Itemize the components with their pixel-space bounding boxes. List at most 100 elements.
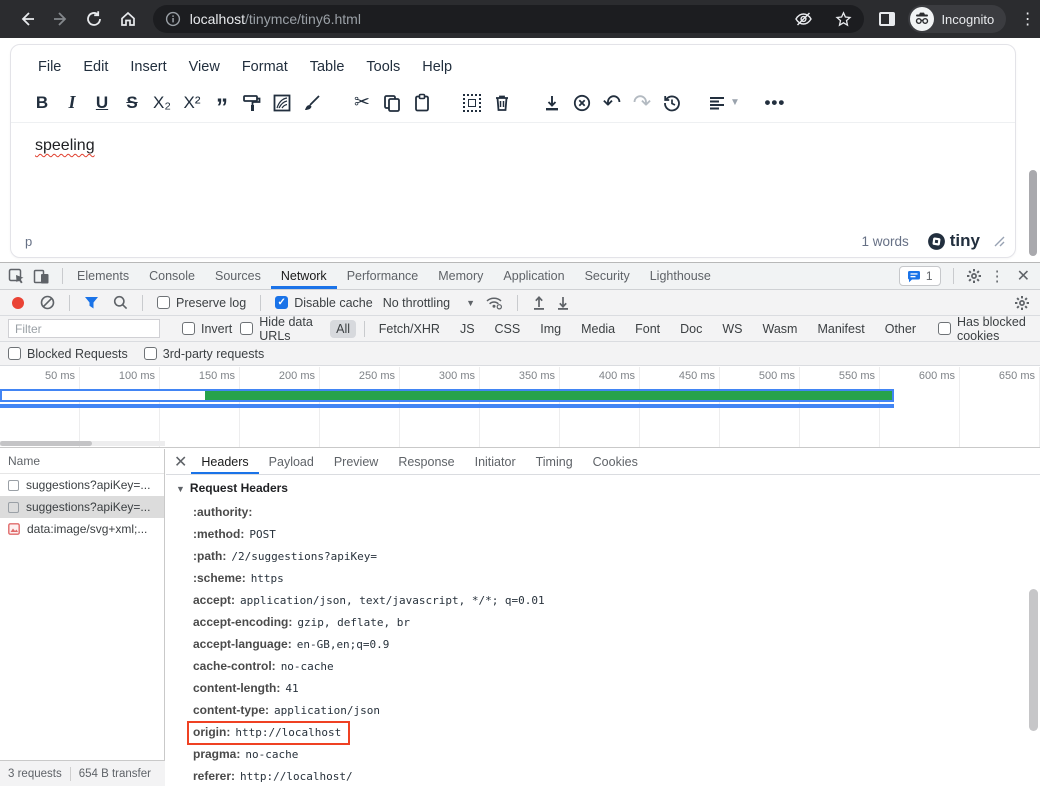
bookmark-star-icon[interactable] (835, 11, 852, 28)
filter-pill-media[interactable]: Media (575, 320, 621, 338)
tab-payload[interactable]: Payload (259, 449, 324, 474)
filter-input[interactable] (8, 319, 160, 338)
more-button[interactable]: ••• (760, 88, 790, 118)
reload-button[interactable] (77, 4, 111, 34)
devtools-menu-icon[interactable]: ⋮ (990, 267, 1005, 285)
tab-elements[interactable]: Elements (67, 263, 139, 289)
tab-initiator[interactable]: Initiator (465, 449, 526, 474)
request-row[interactable]: suggestions?apiKey=... (0, 474, 164, 496)
side-panel-icon[interactable] (878, 11, 896, 27)
tiny-branding[interactable]: tiny (927, 231, 980, 251)
tab-memory[interactable]: Memory (428, 263, 493, 289)
horizontal-scrollbar[interactable] (0, 441, 165, 446)
browser-menu-icon[interactable]: ⋮ (1016, 9, 1040, 29)
tab-sources[interactable]: Sources (205, 263, 271, 289)
menu-help[interactable]: Help (411, 56, 463, 78)
frame-curves-icon[interactable] (267, 88, 297, 118)
hide-data-urls-checkbox[interactable]: Hide data URLs (240, 315, 322, 343)
trash-button[interactable] (487, 88, 517, 118)
address-bar[interactable]: localhost/tinymce/tiny6.html (153, 5, 865, 33)
devtools-settings-icon[interactable] (966, 268, 982, 284)
menu-file[interactable]: File (27, 56, 72, 78)
editor-content[interactable]: speeling (11, 123, 1015, 219)
tab-timing[interactable]: Timing (526, 449, 583, 474)
paint-roller-icon[interactable] (237, 88, 267, 118)
incognito-badge[interactable]: Incognito (908, 5, 1006, 33)
menu-view[interactable]: View (178, 56, 231, 78)
filter-pill-font[interactable]: Font (629, 320, 666, 338)
network-overview-timeline[interactable]: 50 ms 100 ms 150 ms 200 ms 250 ms 300 ms… (0, 367, 1040, 448)
third-party-requests-checkbox[interactable]: 3rd-party requests (144, 347, 264, 361)
network-settings-icon[interactable] (1014, 295, 1030, 311)
tab-cookies[interactable]: Cookies (583, 449, 648, 474)
menu-tools[interactable]: Tools (355, 56, 411, 78)
download-button[interactable] (537, 88, 567, 118)
restore-draft-icon[interactable] (657, 88, 687, 118)
filter-pill-ws[interactable]: WS (716, 320, 748, 338)
tab-network[interactable]: Network (271, 263, 337, 289)
home-button[interactable] (111, 4, 145, 34)
back-button[interactable] (10, 4, 44, 34)
redo-button[interactable]: ↷ (627, 88, 657, 118)
tab-preview[interactable]: Preview (324, 449, 388, 474)
filter-toggle-icon[interactable] (84, 296, 99, 310)
disable-cache-checkbox[interactable]: ✓Disable cache (275, 296, 373, 310)
name-column-header[interactable]: Name (0, 449, 164, 474)
request-row[interactable]: data:image/svg+xml;... (0, 518, 164, 540)
filter-pill-fetchxhr[interactable]: Fetch/XHR (373, 320, 446, 338)
menu-table[interactable]: Table (299, 56, 356, 78)
cut-button[interactable]: ✂ (347, 88, 377, 118)
tab-application[interactable]: Application (493, 263, 574, 289)
issues-counter[interactable]: 1 (899, 266, 941, 286)
subscript-button[interactable]: X₂ (147, 88, 177, 118)
record-button[interactable] (12, 297, 24, 309)
device-toolbar-icon[interactable] (33, 268, 58, 285)
filter-pill-manifest[interactable]: Manifest (811, 320, 870, 338)
throttling-select[interactable]: No throttling▼ (383, 296, 475, 310)
detail-close-icon[interactable]: ✕ (170, 452, 191, 472)
page-scrollbar[interactable] (1029, 170, 1037, 256)
tab-performance[interactable]: Performance (337, 263, 429, 289)
detail-scrollbar[interactable] (1029, 589, 1038, 731)
blockquote-button[interactable]: ” (207, 88, 237, 118)
network-conditions-icon[interactable] (485, 295, 503, 310)
search-icon[interactable] (113, 295, 128, 310)
filter-pill-all[interactable]: All (330, 320, 356, 338)
superscript-button[interactable]: X² (177, 88, 207, 118)
menu-edit[interactable]: Edit (72, 56, 119, 78)
tab-headers[interactable]: Headers (191, 449, 258, 474)
eye-blocked-icon[interactable] (794, 11, 813, 27)
filter-pill-js[interactable]: JS (454, 320, 481, 338)
invert-checkbox[interactable]: Invert (182, 322, 232, 336)
devtools-close-icon[interactable]: ✕ (1013, 266, 1034, 286)
bold-button[interactable]: B (27, 88, 57, 118)
filter-pill-other[interactable]: Other (879, 320, 922, 338)
undo-button[interactable]: ↶ (597, 88, 627, 118)
request-headers-section[interactable]: ▼Request Headers (166, 475, 1040, 501)
tab-console[interactable]: Console (139, 263, 205, 289)
word-count[interactable]: 1 words (861, 234, 908, 249)
request-row-selected[interactable]: suggestions?apiKey=... (0, 496, 164, 518)
element-path[interactable]: p (25, 234, 32, 249)
align-dropdown[interactable]: ▼ (707, 88, 740, 118)
filter-pill-css[interactable]: CSS (489, 320, 527, 338)
has-blocked-cookies-checkbox[interactable]: Has blocked cookies (938, 315, 1040, 343)
forward-button[interactable] (44, 4, 78, 34)
inspect-element-icon[interactable] (0, 268, 33, 285)
tab-lighthouse[interactable]: Lighthouse (640, 263, 721, 289)
blocked-requests-checkbox[interactable]: Blocked Requests (8, 347, 128, 361)
brush-icon[interactable] (297, 88, 327, 118)
export-har-icon[interactable] (556, 295, 570, 310)
preserve-log-checkbox[interactable]: Preserve log (157, 296, 246, 310)
select-all-button[interactable] (457, 88, 487, 118)
clear-button[interactable] (40, 295, 55, 310)
copy-button[interactable] (377, 88, 407, 118)
italic-button[interactable]: I (57, 88, 87, 118)
tab-security[interactable]: Security (575, 263, 640, 289)
paste-button[interactable] (407, 88, 437, 118)
cancel-button[interactable] (567, 88, 597, 118)
tab-response[interactable]: Response (388, 449, 464, 474)
menu-format[interactable]: Format (231, 56, 299, 78)
import-har-icon[interactable] (532, 295, 546, 310)
filter-pill-doc[interactable]: Doc (674, 320, 708, 338)
